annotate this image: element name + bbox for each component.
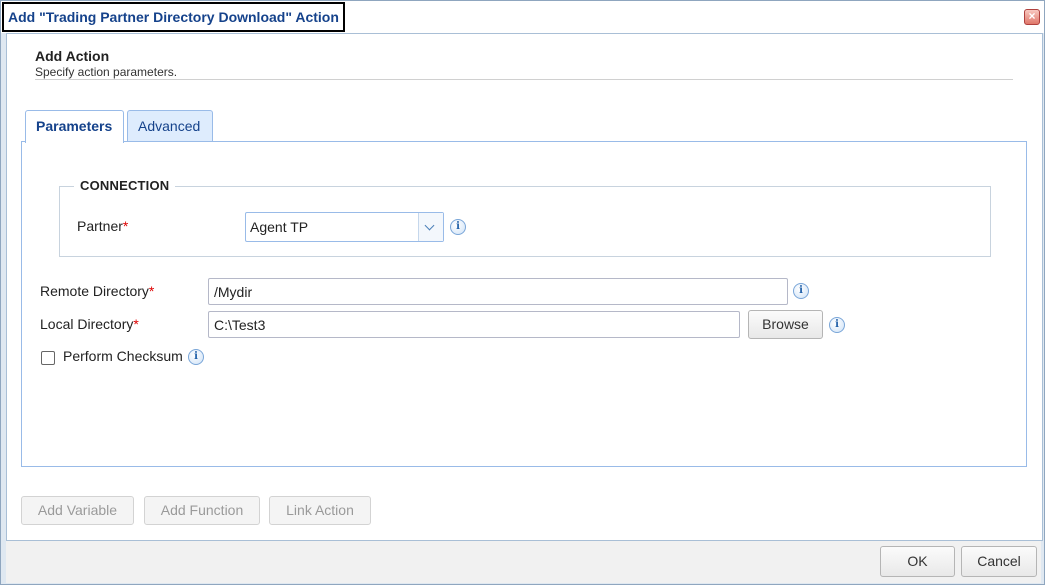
local-directory-input[interactable]: C:\Test3 [208, 311, 740, 338]
partner-select[interactable]: Agent TP [245, 212, 444, 242]
info-icon[interactable]: i [450, 219, 466, 235]
required-marker: * [122, 218, 129, 234]
close-icon[interactable]: × [1024, 9, 1040, 25]
add-variable-button[interactable]: Add Variable [21, 496, 134, 525]
remote-directory-label: Remote Directory* [40, 283, 154, 299]
info-icon[interactable]: i [793, 283, 809, 299]
cancel-button[interactable]: Cancel [961, 546, 1037, 577]
local-directory-label-text: Local Directory [40, 316, 134, 332]
remote-directory-label-text: Remote Directory [40, 283, 149, 299]
required-marker: * [133, 316, 139, 332]
required-marker: * [148, 283, 155, 299]
partner-select-value: Agent TP [250, 219, 309, 235]
link-action-button[interactable]: Link Action [269, 496, 371, 525]
tab-parameters[interactable]: Parameters [25, 110, 124, 143]
section-subtitle: Specify action parameters. [35, 65, 178, 79]
ok-button[interactable]: OK [880, 546, 955, 577]
remote-directory-input[interactable]: /Mydir [208, 278, 788, 305]
partner-label-text: Partner [77, 218, 123, 234]
add-function-button[interactable]: Add Function [144, 496, 260, 525]
info-icon[interactable]: i [188, 349, 204, 365]
local-directory-label: Local Directory* [40, 316, 139, 332]
parameters-panel: CONNECTION Partner* Agent TP i Remote Di… [21, 141, 1027, 467]
dialog-body: Add Action Specify action parameters. Pa… [6, 33, 1043, 541]
partner-label: Partner* [77, 218, 128, 234]
title-bar[interactable]: Add "Trading Partner Directory Download"… [1, 1, 1044, 33]
connection-legend: CONNECTION [74, 178, 176, 193]
dialog-title: Add "Trading Partner Directory Download"… [2, 2, 345, 32]
browse-button[interactable]: Browse [748, 310, 823, 339]
dialog-footer: OK Cancel [6, 541, 1041, 583]
header-divider [35, 79, 1013, 80]
add-action-dialog: Add "Trading Partner Directory Download"… [0, 0, 1045, 585]
info-icon[interactable]: i [829, 317, 845, 333]
section-title: Add Action [35, 48, 110, 64]
tab-advanced[interactable]: Advanced [127, 110, 213, 142]
perform-checksum-label: Perform Checksum [63, 348, 183, 364]
chevron-down-icon[interactable] [418, 213, 443, 241]
perform-checksum-checkbox[interactable] [41, 351, 55, 365]
connection-fieldset [59, 186, 991, 257]
